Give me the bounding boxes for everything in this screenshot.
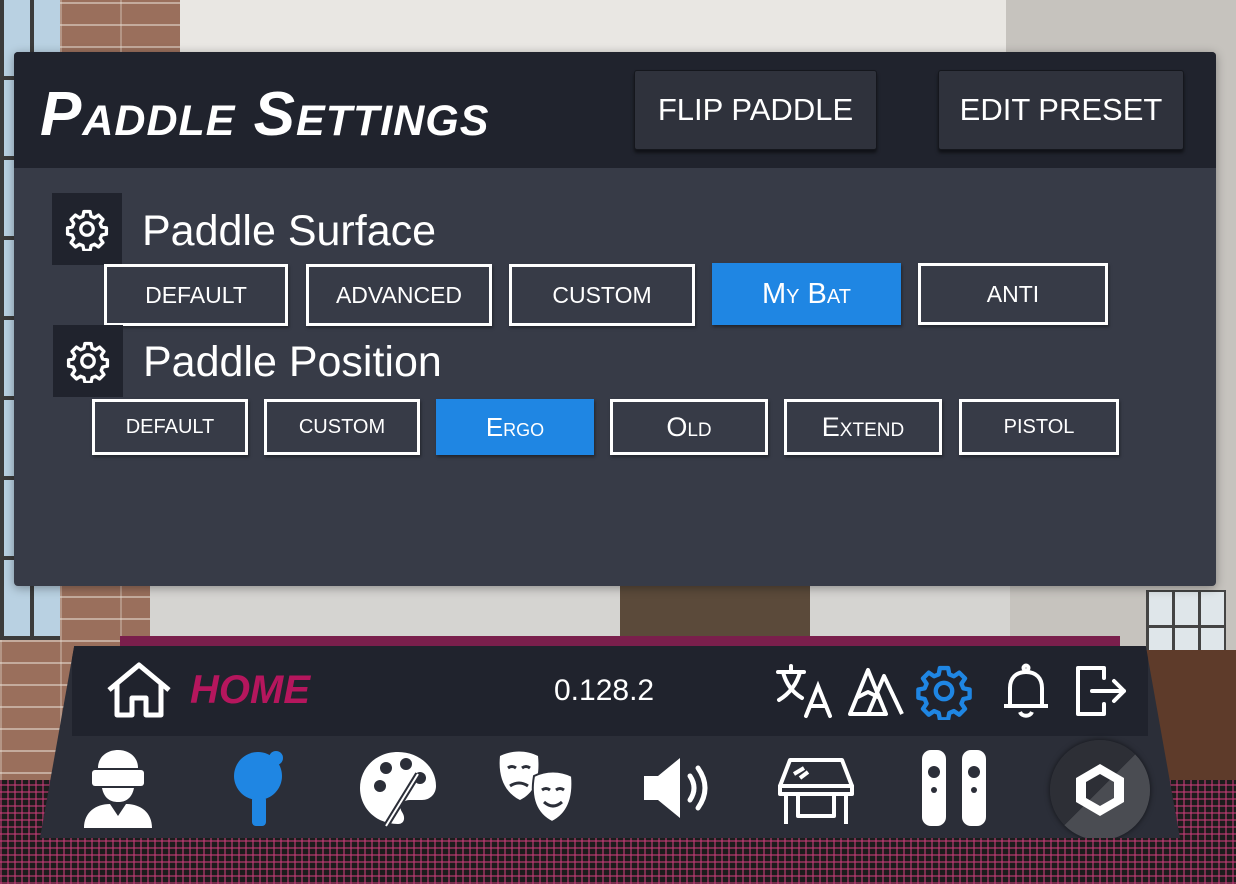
position-section-label: Paddle Position [143, 338, 442, 386]
position-option-old[interactable]: Old [610, 399, 768, 455]
gear-icon [52, 193, 122, 265]
customize-icon[interactable] [356, 746, 440, 830]
page-title: Paddle Settings [40, 80, 490, 149]
paddle-icon[interactable] [216, 746, 300, 830]
position-option-extend[interactable]: Extend [784, 399, 942, 455]
paddle-settings-panel: Paddle Settings FLIP PADDLE EDIT PRESET … [14, 52, 1216, 586]
graphics-icon[interactable] [846, 662, 906, 720]
surface-section-label: Paddle Surface [142, 207, 437, 255]
home-icon[interactable] [104, 660, 174, 720]
exit-icon[interactable] [1070, 662, 1130, 720]
audio-icon[interactable] [636, 746, 720, 830]
flip-paddle-button[interactable]: FLIP PADDLE [634, 70, 877, 150]
background-shelf [620, 586, 810, 638]
surface-option-custom[interactable]: CUSTOM [509, 264, 695, 326]
unity-icon[interactable] [1050, 740, 1150, 838]
position-option-ergo[interactable]: Ergo [436, 399, 594, 455]
version-label: 0.128.2 [554, 674, 655, 707]
settings-icon[interactable] [914, 662, 974, 720]
surface-option-my-bat[interactable]: My Bat [712, 263, 901, 325]
language-icon[interactable] [774, 662, 834, 720]
avatar-icon[interactable] [76, 746, 160, 830]
gear-icon [53, 325, 123, 397]
position-option-default[interactable]: DEFAULT [92, 399, 248, 455]
home-link[interactable]: HOME [190, 670, 310, 710]
emotes-icon[interactable] [494, 746, 578, 830]
position-option-pistol[interactable]: PISTOL [959, 399, 1119, 455]
table-icon[interactable] [774, 746, 858, 830]
edit-preset-button[interactable]: EDIT PRESET [938, 70, 1184, 150]
surface-option-advanced[interactable]: ADVANCED [306, 264, 492, 326]
controllers-icon[interactable] [914, 746, 998, 830]
panel-header: Paddle Settings FLIP PADDLE EDIT PRESET [14, 52, 1216, 168]
surface-option-default[interactable]: DEFAULT [104, 264, 288, 326]
bottom-nav-bar: HOME 0.128.2 [40, 646, 1180, 838]
position-option-custom[interactable]: CUSTOM [264, 399, 420, 455]
surface-option-anti[interactable]: ANTI [918, 263, 1108, 325]
ceiling [180, 0, 1060, 56]
notifications-icon[interactable] [996, 662, 1056, 720]
